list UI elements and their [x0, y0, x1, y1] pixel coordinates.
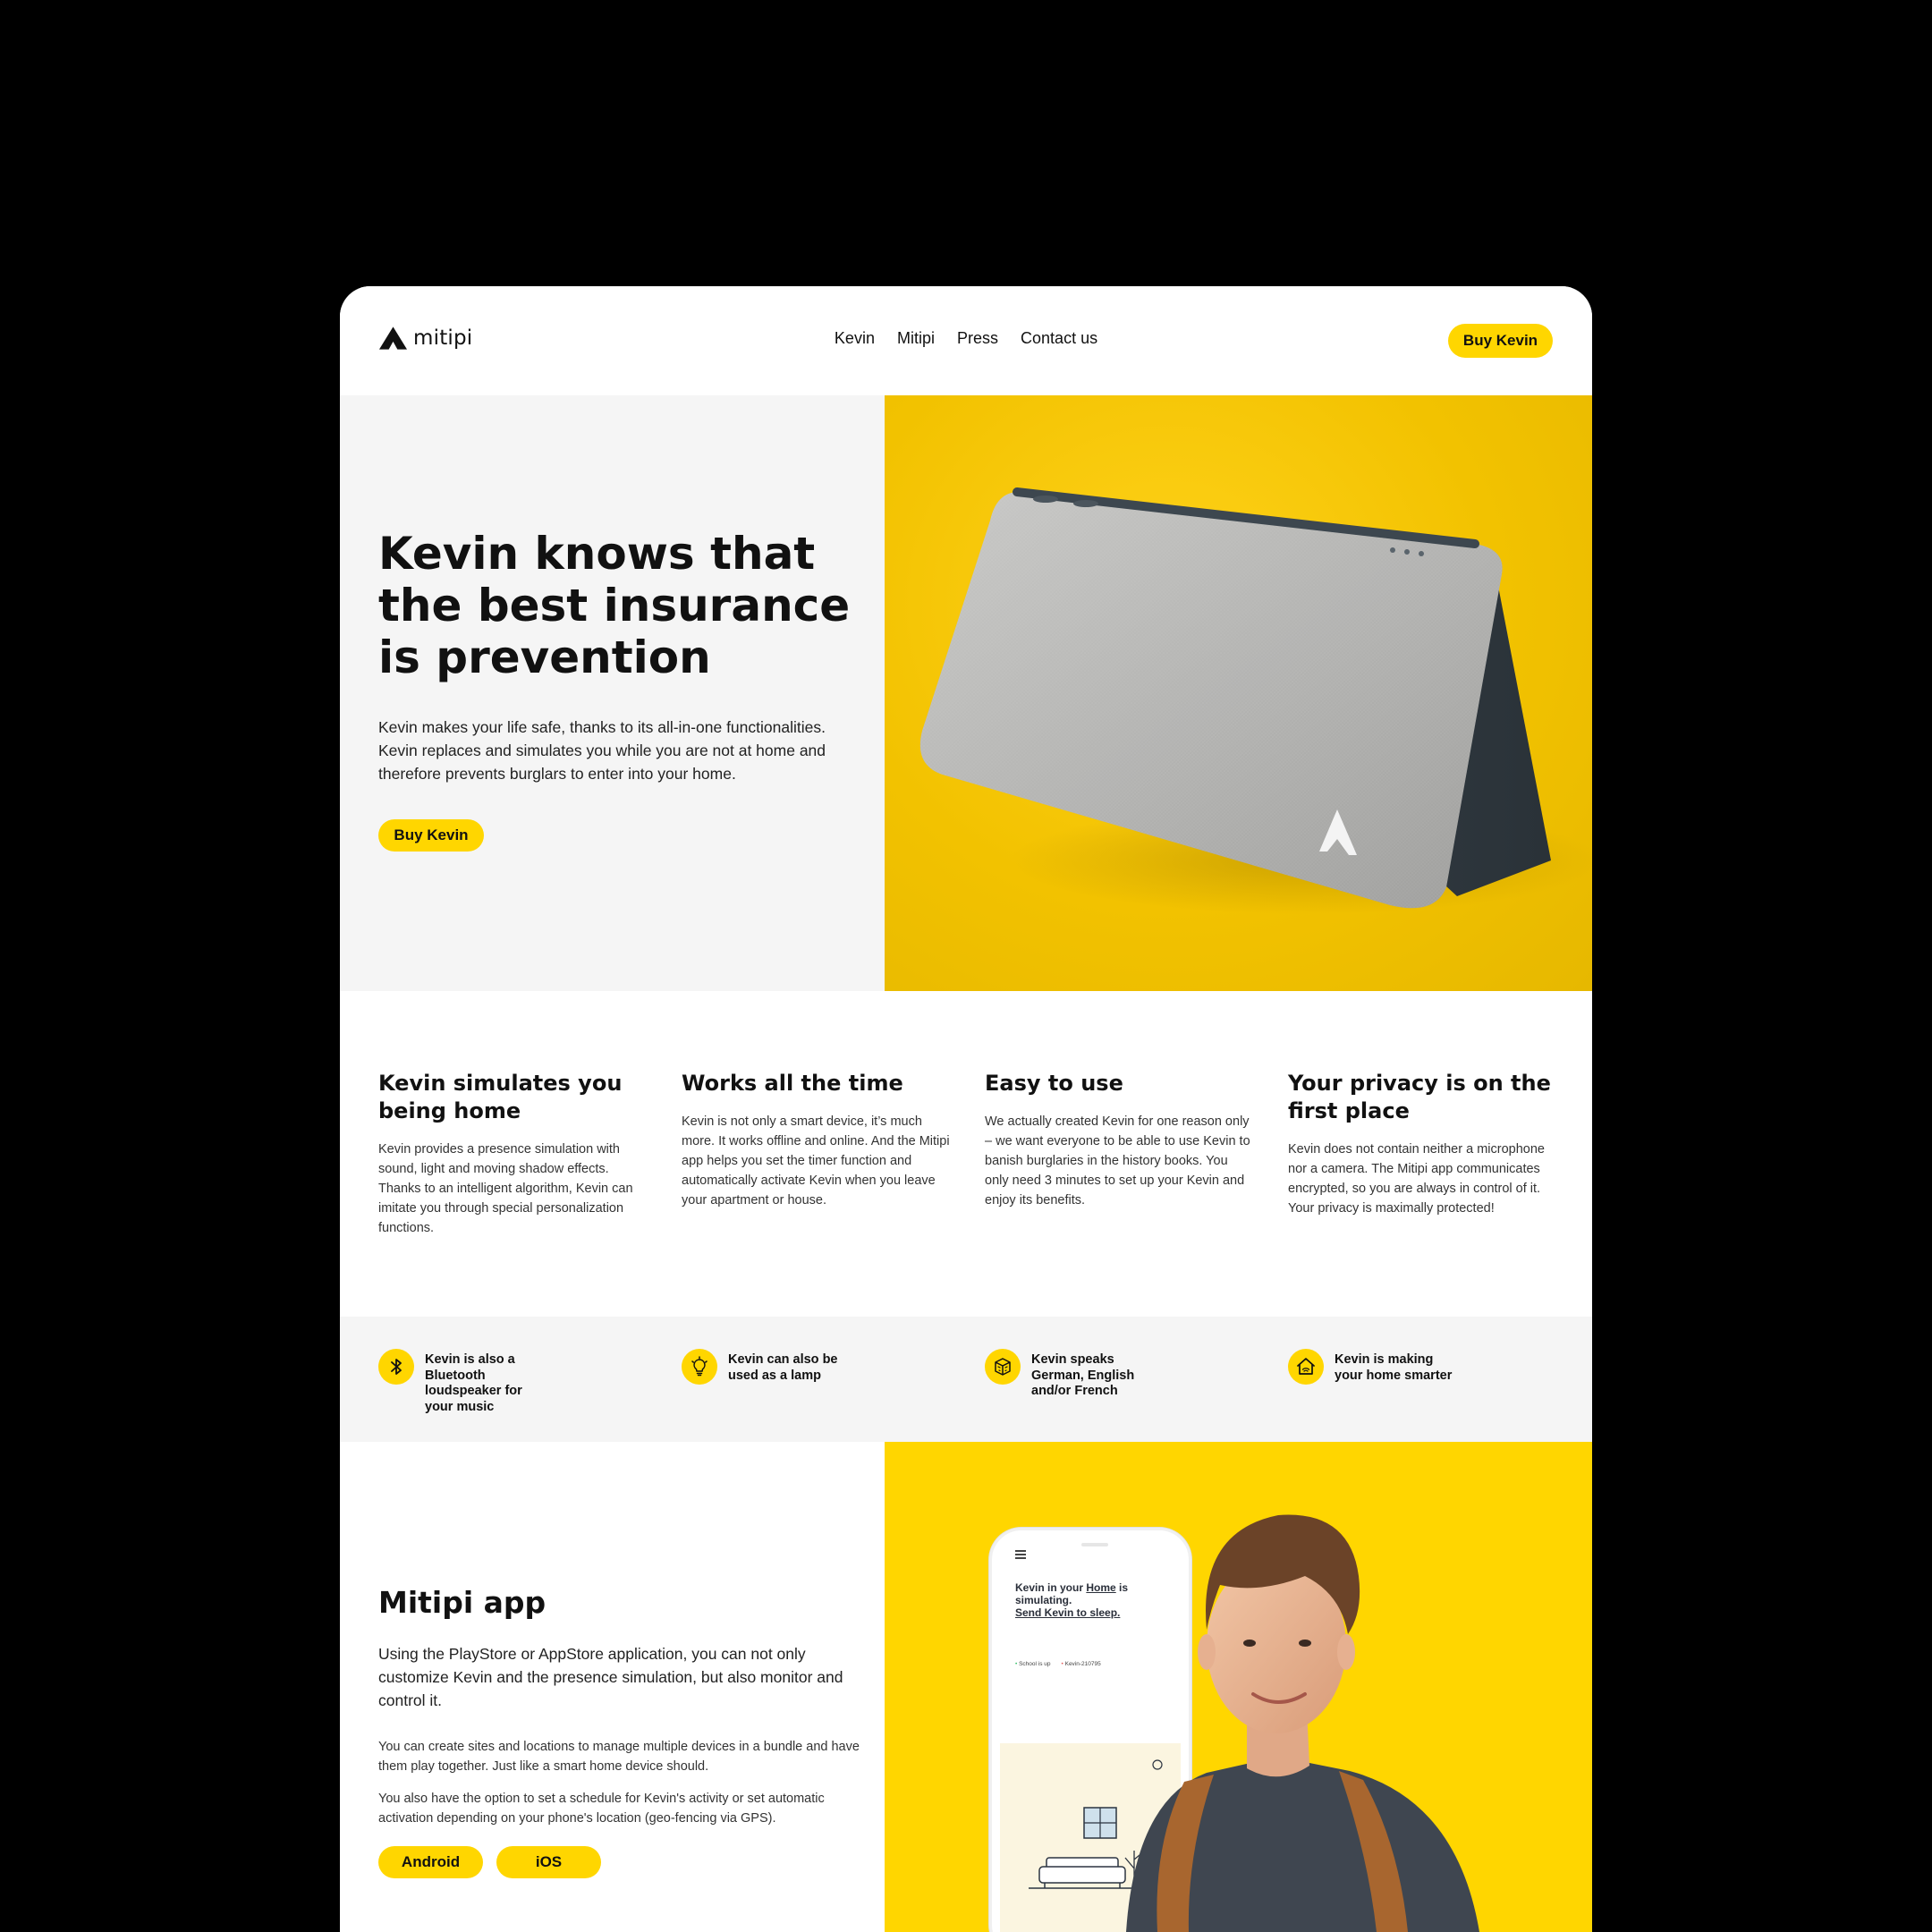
features-section: Kevin simulates you being home Kevin pro…	[340, 991, 1592, 1317]
smart-home-icon	[1288, 1349, 1324, 1385]
hero-description: Kevin makes your life safe, thanks to it…	[378, 718, 826, 783]
mini-feature: Kevin speaks German, English and/or Fren…	[985, 1349, 1139, 1400]
mini-feature: Kevin can also be used as a lamp	[682, 1349, 844, 1385]
feature-title: Your privacy is on the first place	[1288, 1071, 1551, 1123]
android-button[interactable]: Android	[378, 1846, 483, 1878]
feature-title: Works all the time	[682, 1071, 903, 1096]
app-lead-text: Using the PlayStore or AppStore applicat…	[378, 1645, 843, 1709]
feature-card: Your privacy is on the first place Kevin…	[1288, 1070, 1556, 1218]
nav-link-kevin[interactable]: Kevin	[835, 329, 875, 347]
mini-feature-text: Kevin can also be used as a lamp	[728, 1352, 838, 1383]
app-showcase-image: Kevin in your Home is simulating. Send K…	[885, 1442, 1592, 1932]
mini-feature: Kevin is making your home smarter	[1288, 1349, 1460, 1385]
app-title: Mitipi app	[378, 1585, 547, 1620]
hero-text-panel: Kevin knows that the best insurance is p…	[340, 395, 885, 991]
browser-frame: mitipi Kevin Mitipi Press Contact us Buy…	[340, 286, 1592, 1932]
app-text-panel: Mitipi app Using the PlayStore or AppSto…	[340, 1442, 885, 1932]
mini-feature-text: Kevin is making your home smarter	[1335, 1352, 1453, 1383]
nav-link-contact[interactable]: Contact us	[1021, 329, 1097, 347]
ios-button[interactable]: iOS	[496, 1846, 601, 1878]
app-paragraph: You can create sites and locations to ma…	[378, 1740, 860, 1774]
main-menu: Kevin Mitipi Press Contact us	[340, 329, 1592, 348]
feature-text: We actually created Kevin for one reason…	[985, 1114, 1250, 1208]
feature-title: Easy to use	[985, 1071, 1123, 1096]
lightbulb-icon	[682, 1349, 717, 1385]
person-illustration	[1126, 1514, 1479, 1932]
mini-feature: Kevin is also a Bluetooth loudspeaker fo…	[378, 1349, 532, 1415]
nav-link-mitipi[interactable]: Mitipi	[897, 329, 935, 347]
mini-feature-text: Kevin is also a Bluetooth loudspeaker fo…	[425, 1352, 522, 1414]
mini-features-strip: Kevin is also a Bluetooth loudspeaker fo…	[340, 1317, 1592, 1442]
nav-link-press[interactable]: Press	[957, 329, 998, 347]
hero-product-image	[885, 395, 1592, 991]
feature-text: Kevin does not contain neither a microph…	[1288, 1142, 1545, 1216]
app-section: Mitipi app Using the PlayStore or AppSto…	[340, 1442, 1592, 1932]
feature-text: Kevin provides a presence simulation wit…	[378, 1142, 633, 1235]
hero-section: Kevin knows that the best insurance is p…	[340, 395, 1592, 991]
mini-feature-text: Kevin speaks German, English and/or Fren…	[1031, 1352, 1135, 1398]
hero-title: Kevin knows that the best insurance is p…	[378, 528, 851, 683]
language-cube-icon	[985, 1349, 1021, 1385]
feature-card: Works all the time Kevin is not only a s…	[682, 1070, 950, 1210]
app-paragraph: You also have the option to set a schedu…	[378, 1792, 825, 1826]
feature-card: Easy to use We actually created Kevin fo…	[985, 1070, 1253, 1210]
feature-text: Kevin is not only a smart device, it’s m…	[682, 1114, 950, 1208]
top-nav: mitipi Kevin Mitipi Press Contact us Buy…	[340, 286, 1592, 395]
hero-buy-button[interactable]: Buy Kevin	[378, 819, 484, 852]
feature-card: Kevin simulates you being home Kevin pro…	[378, 1070, 647, 1238]
nav-buy-button[interactable]: Buy Kevin	[1448, 324, 1553, 358]
kevin-device-illustration	[919, 487, 1592, 914]
bluetooth-icon	[378, 1349, 414, 1385]
feature-title: Kevin simulates you being home	[378, 1071, 623, 1123]
